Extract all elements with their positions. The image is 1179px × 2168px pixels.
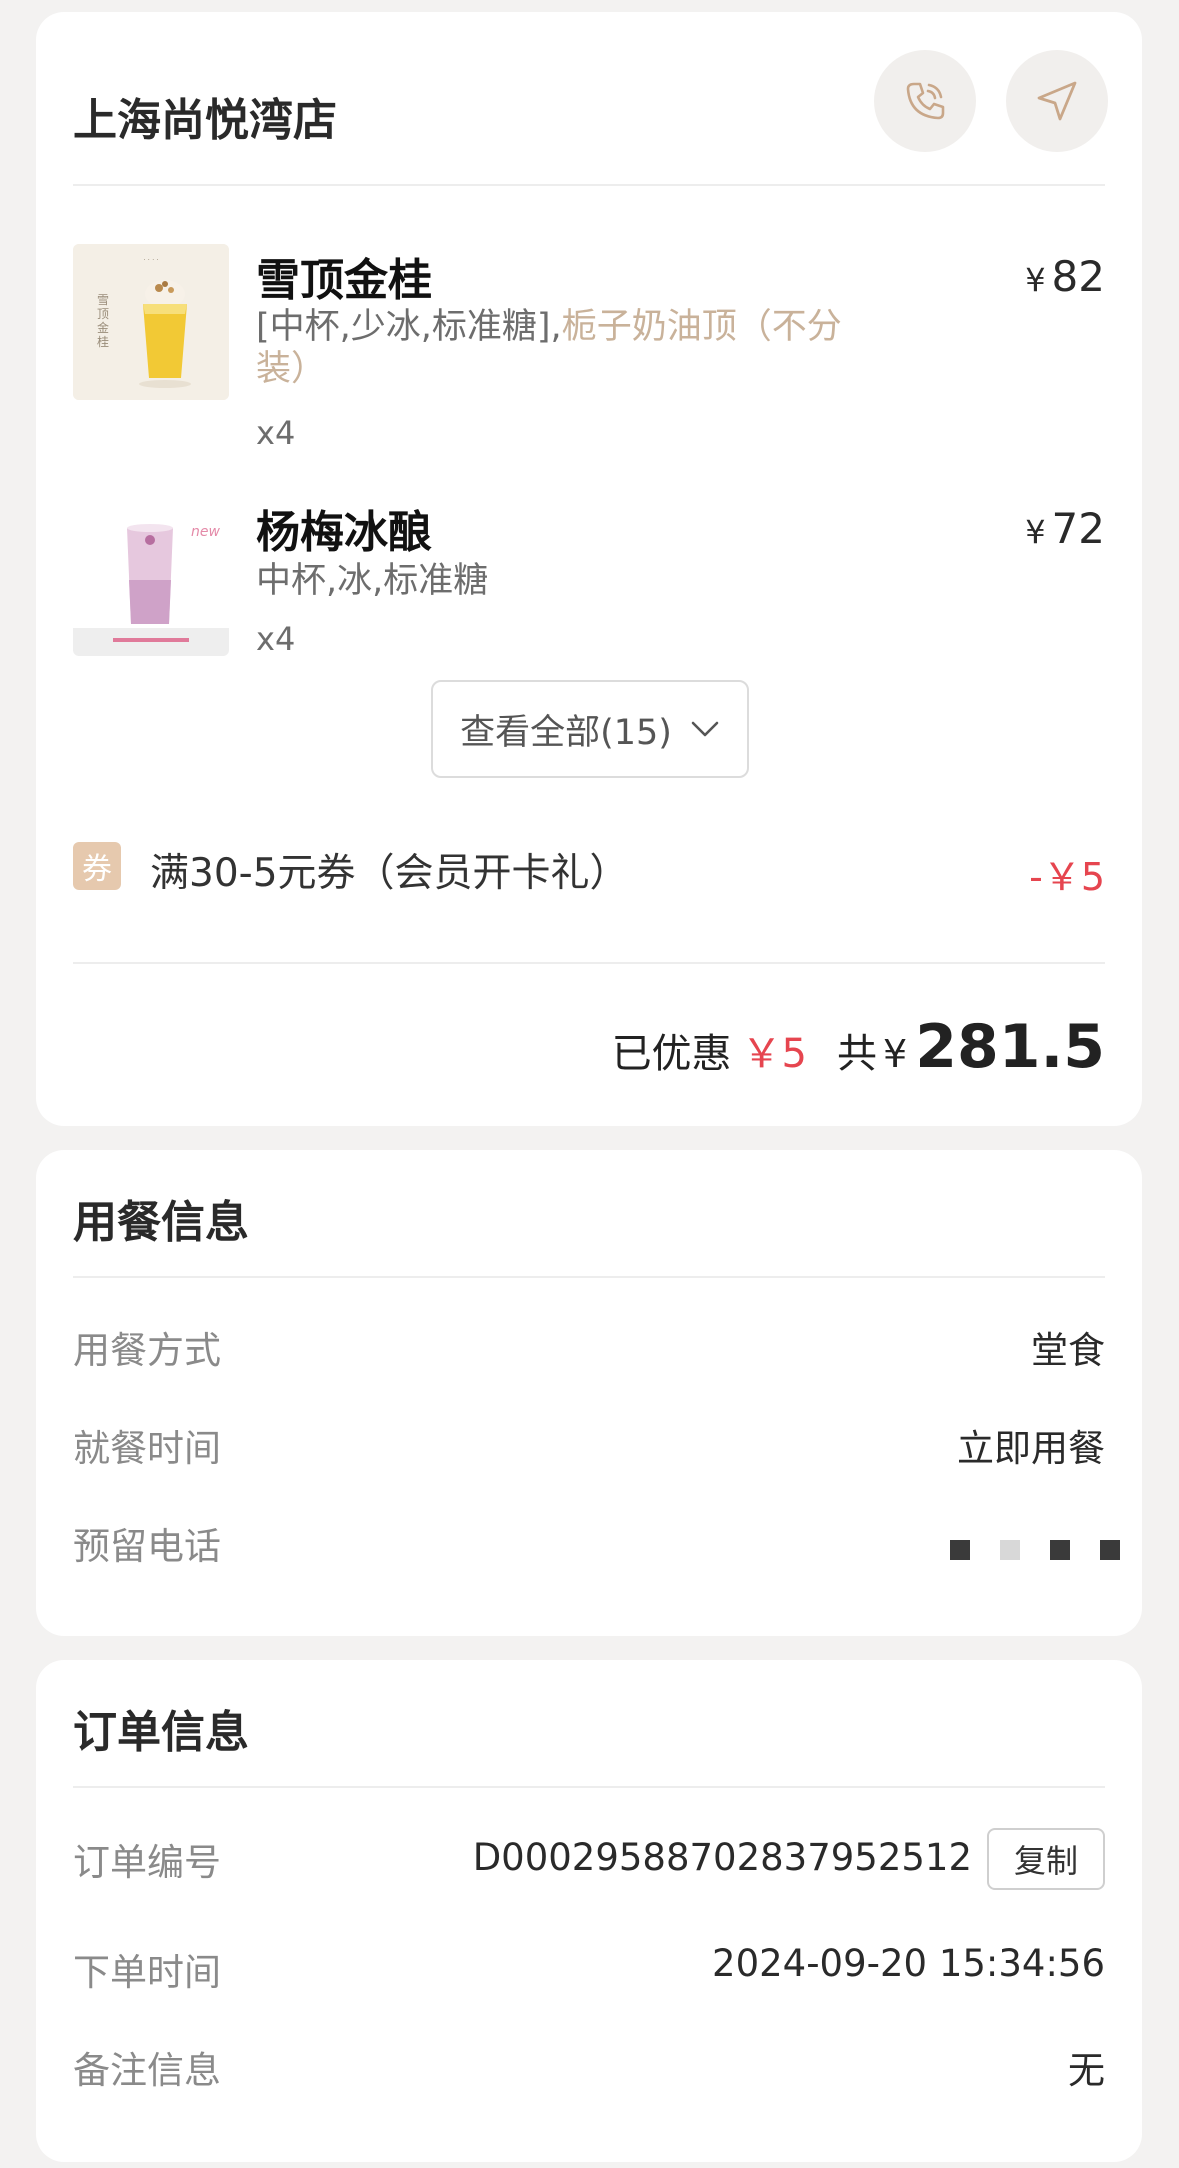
divider: [73, 1276, 1105, 1278]
discount-label: 已优惠: [611, 1031, 732, 1077]
svg-text:顶: 顶: [97, 307, 109, 321]
currency-symbol: ¥: [1025, 513, 1046, 551]
drink-cup-image: new: [73, 500, 229, 656]
order-time-value: 2024-09-20 15:34:56: [712, 1942, 1105, 1985]
store-name: 上海尚悦湾店: [73, 95, 337, 146]
item-quantity: x4: [256, 414, 296, 452]
remarks-label: 备注信息: [73, 2049, 221, 2092]
item-spec: 中杯,冰,标准糖: [256, 560, 876, 602]
dining-time-value: 立即用餐: [957, 1427, 1105, 1470]
order-info-card: 订单信息 订单编号 D000295887028379525​12 复制 下单时间…: [36, 1660, 1142, 2162]
item-spec-options: 中杯,冰,标准糖: [256, 561, 489, 601]
currency-symbol: ¥: [1025, 261, 1046, 299]
item-price: ¥82: [1025, 252, 1105, 301]
item-price-value: 72: [1051, 504, 1105, 553]
reserved-phone-label: 预留电话: [73, 1525, 221, 1568]
order-items-card: 上海尚悦湾店 · · · · 雪 顶 金 桂 雪顶金桂 [中杯,少冰,标准糖],…: [36, 12, 1142, 1126]
section-title: 订单信息: [73, 1707, 249, 1758]
phone-call-icon: [906, 82, 945, 120]
new-badge-text: new: [191, 524, 220, 540]
drink-cup-image: · · · · 雪 顶 金 桂: [73, 244, 229, 400]
coupon-name: 满30-5元券（会员开卡礼）: [150, 851, 629, 896]
remarks-value: 无: [1068, 2049, 1105, 2092]
order-total: 已优惠 ￥5 共 ¥ 281.5: [612, 1012, 1105, 1082]
chevron-down-icon: [690, 719, 720, 739]
svg-text:· · · ·: · · · ·: [143, 256, 159, 264]
copy-order-number-button[interactable]: 复制: [987, 1828, 1105, 1890]
navigation-icon: [1037, 81, 1077, 121]
item-spec: [中杯,少冰,标准糖],栀子奶油顶（不分装）: [256, 306, 876, 390]
divider: [73, 184, 1105, 186]
item-spec-options: [中杯,少冰,标准糖],: [256, 307, 562, 347]
item-price-value: 82: [1051, 252, 1105, 301]
item-quantity: x4: [256, 620, 296, 658]
dining-mode-value: 堂食: [1031, 1329, 1105, 1372]
coupon-badge-icon: 券: [73, 842, 121, 890]
order-number-value: D000295887028379525​12: [472, 1836, 972, 1879]
view-all-items-button[interactable]: 查看全部(15): [431, 680, 749, 778]
view-all-label: 查看全部(15): [460, 712, 672, 753]
dining-mode-label: 用餐方式: [73, 1329, 221, 1372]
svg-text:金: 金: [97, 320, 109, 335]
divider: [73, 962, 1105, 964]
product-image-yangmei-bingniang[interactable]: new: [73, 500, 229, 656]
call-store-button[interactable]: [874, 50, 976, 152]
order-number-label: 订单编号: [73, 1841, 221, 1884]
divider: [73, 1786, 1105, 1788]
currency-symbol: ¥: [883, 1032, 908, 1076]
total-label: 共: [837, 1031, 878, 1077]
dining-info-card: 用餐信息 用餐方式 堂食 就餐时间 立即用餐 预留电话: [36, 1150, 1142, 1636]
svg-text:雪: 雪: [97, 293, 109, 307]
product-image-xueding-jingui[interactable]: · · · · 雪 顶 金 桂: [73, 244, 229, 400]
dining-time-label: 就餐时间: [73, 1427, 221, 1470]
discount-value: ￥5: [741, 1031, 808, 1077]
item-name: 杨梅冰酿: [256, 507, 432, 558]
coupon-discount: -￥5: [1029, 855, 1105, 899]
section-title: 用餐信息: [73, 1197, 249, 1248]
item-price: ¥72: [1025, 504, 1105, 553]
total-amount: 281.5: [915, 1012, 1105, 1082]
svg-text:桂: 桂: [97, 334, 109, 349]
masked-phone-value: [920, 1540, 1120, 1560]
navigate-button[interactable]: [1006, 50, 1108, 152]
item-name: 雪顶金桂: [256, 255, 432, 306]
order-time-label: 下单时间: [73, 1951, 221, 1994]
